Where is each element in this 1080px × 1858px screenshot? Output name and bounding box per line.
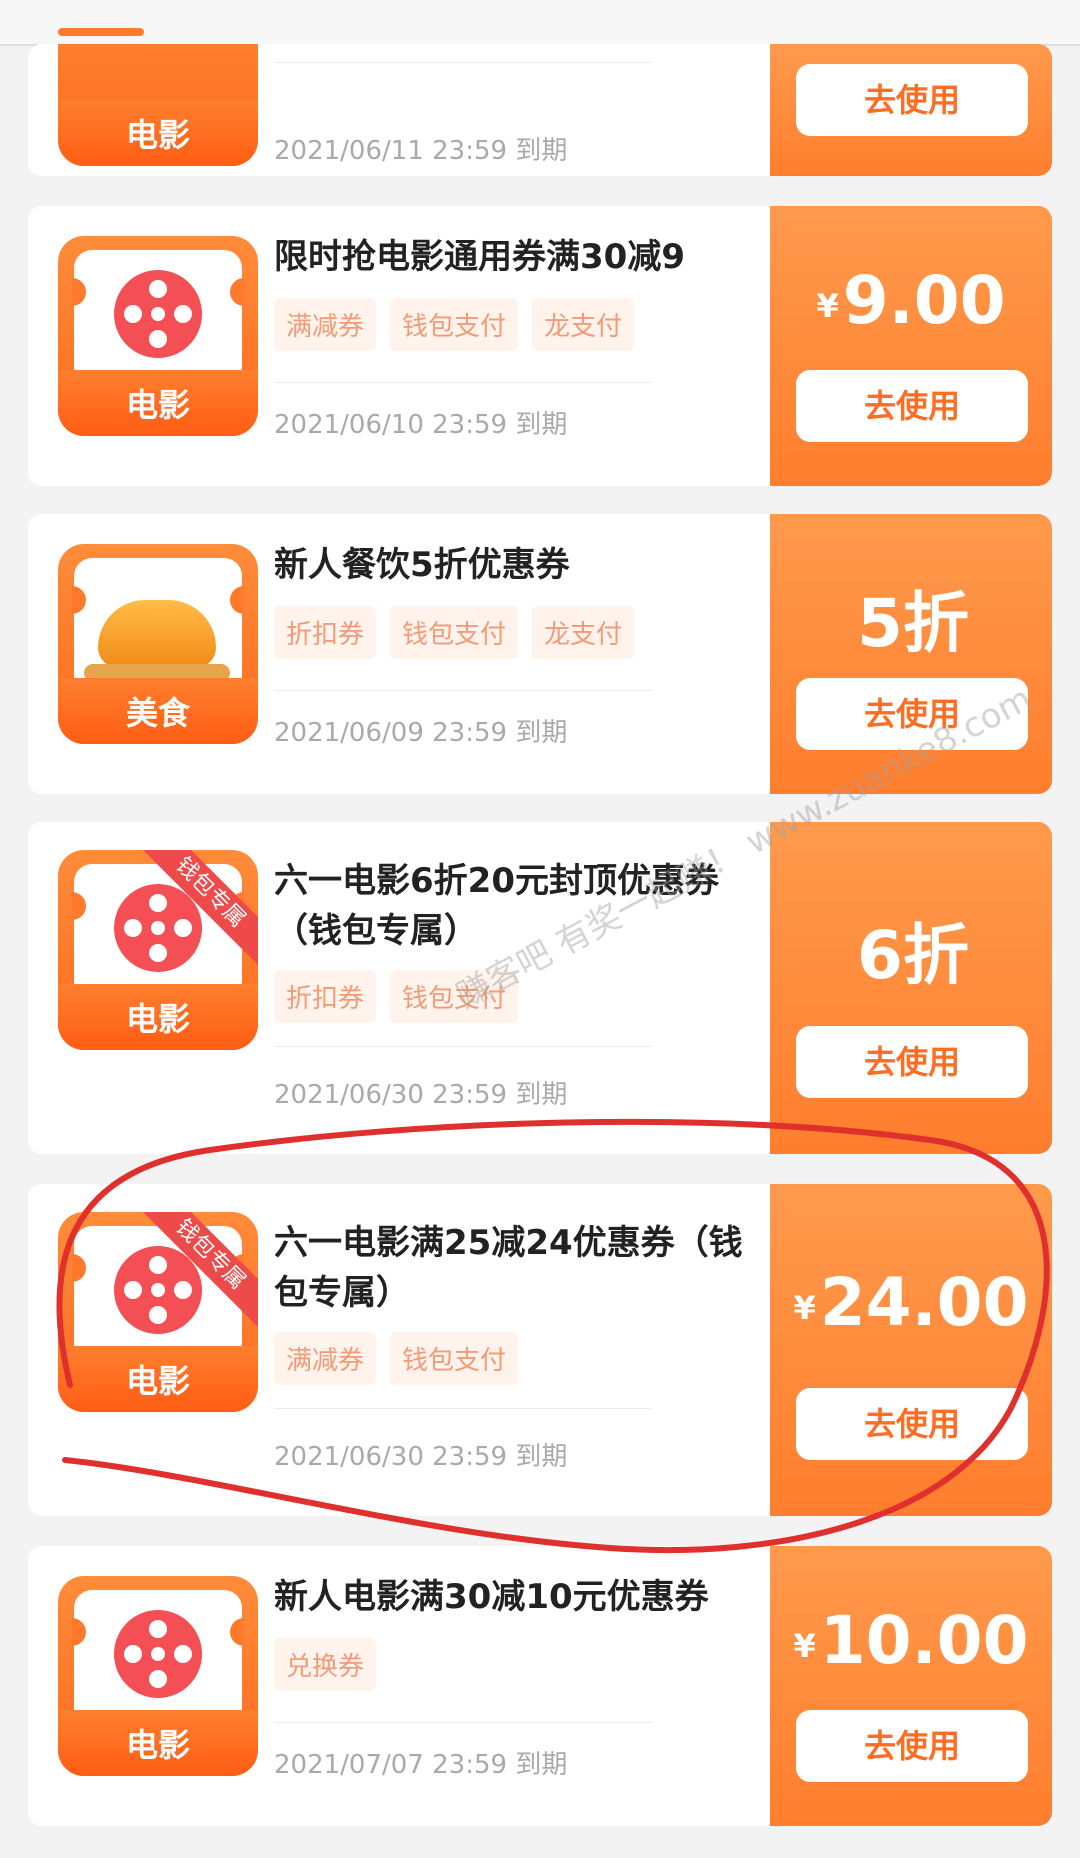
coupon-tag: 满减券 <box>274 298 377 351</box>
film-reel-icon <box>114 1246 202 1334</box>
use-coupon-button[interactable]: 去使用 <box>796 1388 1028 1460</box>
use-coupon-button[interactable]: 去使用 <box>796 370 1028 442</box>
coupon-tag: 龙支付 <box>532 606 635 659</box>
coupon-tag: 钱包支付 <box>390 298 519 351</box>
category-label: 电影 <box>125 1726 190 1764</box>
category-icon: 美食 <box>58 544 258 744</box>
coupon-tag: 折扣券 <box>274 970 377 1023</box>
coupon-tags: 满减券 钱包支付 <box>274 1332 519 1385</box>
active-tab-indicator <box>58 28 144 36</box>
coupon-title: 新人餐饮5折优惠券 <box>274 545 570 585</box>
coupon-tags: 满减券 钱包支付 龙支付 <box>274 298 635 351</box>
film-reel-icon <box>114 884 202 972</box>
coupon-value: ¥9.00 <box>816 262 1006 339</box>
coupon-card: 钱包专属 电影 六一电影满25减24优惠券（钱包专属） 满减券 钱包支付 202… <box>28 1184 1052 1516</box>
use-coupon-button[interactable]: 去使用 <box>796 64 1028 136</box>
coupon-tags: 折扣券 钱包支付 龙支付 <box>274 606 635 659</box>
category-label: 电影 <box>125 1000 190 1038</box>
category-icon: 电影 <box>58 44 258 166</box>
category-icon: 钱包专属 电影 <box>58 850 258 1050</box>
coupon-card: 电影 2021/06/11 23:59 到期 去使用 <box>28 44 1052 176</box>
expiry-date: 2021/06/30 23:59 到期 <box>274 1080 568 1110</box>
expiry-date: 2021/06/10 23:59 到期 <box>274 410 568 440</box>
expiry-date: 2021/06/30 23:59 到期 <box>274 1442 568 1472</box>
top-bar <box>0 0 1080 46</box>
coupon-title: 新人电影满30减10元优惠券 <box>274 1577 709 1617</box>
coupon-value: ¥10.00 <box>793 1602 1029 1679</box>
category-label: 电影 <box>125 116 190 154</box>
coupon-tag: 钱包支付 <box>390 606 519 659</box>
coupon-value: 6折 <box>857 917 969 994</box>
coupon-stub: ¥9.00 去使用 <box>760 206 1052 486</box>
coupon-title: 六一电影满25减24优惠券（钱包专属） <box>274 1223 743 1313</box>
coupon-value: ¥24.00 <box>793 1264 1029 1341</box>
category-icon: 钱包专属 电影 <box>58 1212 258 1412</box>
category-label: 美食 <box>125 694 190 732</box>
expiry-date: 2021/07/07 23:59 到期 <box>274 1750 568 1780</box>
coupon-tags: 兑换券 <box>274 1638 377 1691</box>
coupon-card: 电影 限时抢电影通用券满30减9 满减券 钱包支付 龙支付 2021/06/10… <box>28 206 1052 486</box>
coupon-stub: ¥10.00 去使用 <box>760 1546 1052 1826</box>
use-coupon-button[interactable]: 去使用 <box>796 1710 1028 1782</box>
expiry-date: 2021/06/11 23:59 到期 <box>274 136 568 166</box>
coupon-tag: 钱包支付 <box>390 1332 519 1385</box>
roast-chicken-icon <box>84 600 230 682</box>
category-label: 电影 <box>125 1362 190 1400</box>
coupon-title: 限时抢电影通用券满30减9 <box>274 237 685 277</box>
coupon-stub: 6折 去使用 <box>760 822 1052 1154</box>
coupon-tag: 折扣券 <box>274 606 377 659</box>
coupon-value: 5折 <box>857 585 969 662</box>
film-reel-icon <box>114 1610 202 1698</box>
coupon-tag: 兑换券 <box>274 1638 377 1691</box>
category-icon: 电影 <box>58 1576 258 1776</box>
use-coupon-button[interactable]: 去使用 <box>796 1026 1028 1098</box>
film-reel-icon <box>114 270 202 358</box>
coupon-card: 钱包专属 电影 六一电影6折20元封顶优惠券（钱包专属） 折扣券 钱包支付 20… <box>28 822 1052 1154</box>
expiry-date: 2021/06/09 23:59 到期 <box>274 718 568 748</box>
coupon-card: 电影 新人电影满30减10元优惠券 兑换券 2021/07/07 23:59 到… <box>28 1546 1052 1826</box>
category-label: 电影 <box>125 386 190 424</box>
category-icon: 电影 <box>58 236 258 436</box>
coupon-tag: 满减券 <box>274 1332 377 1385</box>
coupon-tag: 龙支付 <box>532 298 635 351</box>
coupon-stub: 去使用 <box>760 44 1052 176</box>
coupon-stub: ¥24.00 去使用 <box>760 1184 1052 1516</box>
